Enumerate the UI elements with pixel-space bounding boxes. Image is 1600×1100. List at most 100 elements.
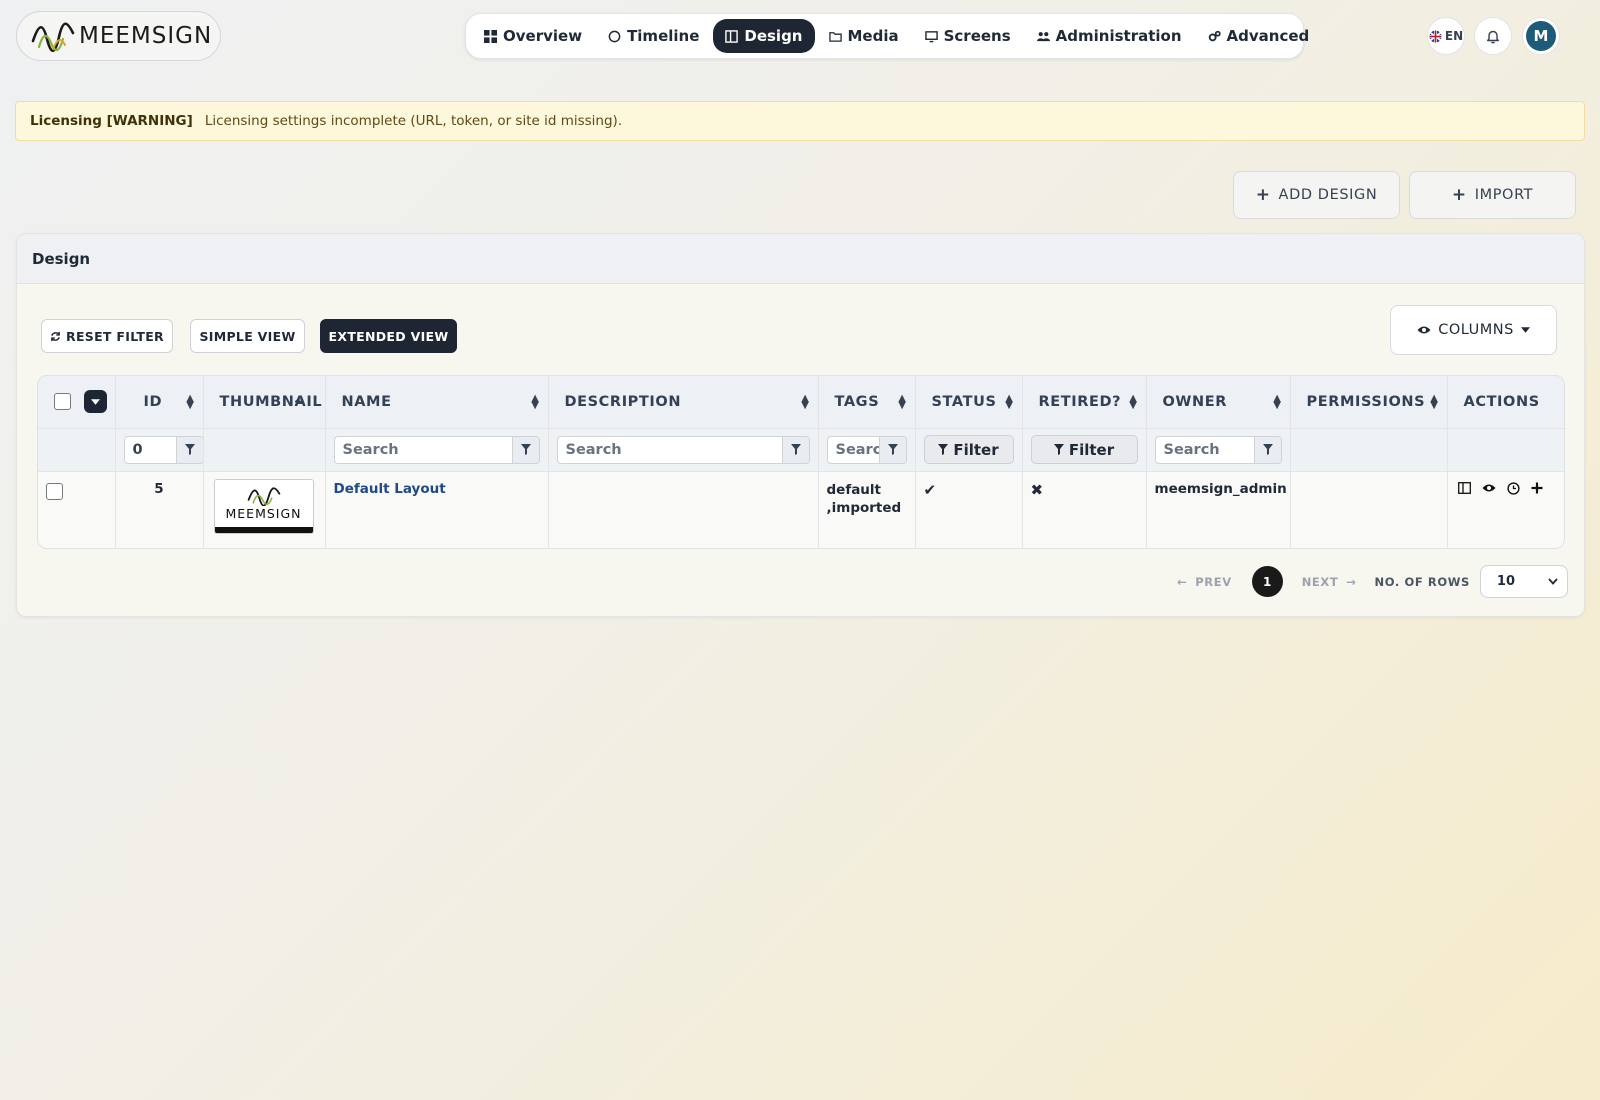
extended-view-label: EXTENDED VIEW bbox=[328, 328, 449, 344]
monitor-icon bbox=[924, 30, 938, 42]
filter-icon[interactable] bbox=[878, 436, 906, 463]
filter-icon[interactable] bbox=[1253, 436, 1281, 463]
plus-icon: + bbox=[1451, 185, 1467, 205]
filter-cell-tags bbox=[818, 428, 916, 471]
designer-icon[interactable] bbox=[1457, 482, 1471, 494]
filter-label: Filter bbox=[953, 440, 999, 459]
grid-icon bbox=[484, 29, 497, 43]
col-header-id[interactable]: ID ▲ ▼ bbox=[115, 376, 204, 428]
filter-cell-permissions bbox=[1290, 428, 1448, 471]
cell-thumbnail: MEEMSIGN bbox=[203, 471, 326, 548]
prev-label: PREV bbox=[1195, 574, 1232, 589]
simple-view-button[interactable]: SIMPLE VIEW bbox=[190, 319, 305, 353]
simple-view-label: SIMPLE VIEW bbox=[199, 328, 296, 344]
design-thumbnail[interactable]: MEEMSIGN bbox=[213, 478, 314, 534]
card-title: Design bbox=[17, 234, 1584, 284]
description-filter[interactable] bbox=[556, 435, 810, 464]
col-header-name[interactable]: NAME ▲ ▼ bbox=[325, 376, 549, 428]
nav-overview[interactable]: Overview bbox=[472, 19, 594, 53]
tags-filter[interactable] bbox=[826, 435, 907, 464]
filter-cell-description bbox=[548, 428, 819, 471]
nav-screens[interactable]: Screens bbox=[913, 19, 1023, 53]
cell-retired: ✖ bbox=[1022, 471, 1147, 548]
status-check-icon: ✔ bbox=[923, 480, 937, 499]
sort-icon: ▲ ▼ bbox=[1273, 392, 1282, 411]
language-button[interactable]: EN bbox=[1427, 17, 1465, 55]
retired-filter-button[interactable]: Filter bbox=[1030, 435, 1138, 464]
brand-logo[interactable]: MEEMSIGN bbox=[16, 11, 221, 61]
circle-icon bbox=[608, 30, 621, 42]
name-filter[interactable] bbox=[333, 435, 540, 464]
thumbnail-bar bbox=[214, 526, 313, 533]
reset-filter-button[interactable]: RESET FILTER bbox=[41, 319, 173, 353]
next-label: NEXT bbox=[1301, 574, 1339, 589]
avatar-initial: M bbox=[1526, 21, 1556, 51]
col-header-retired[interactable]: RETIRED? ▲ ▼ bbox=[1022, 376, 1147, 428]
table-row[interactable]: 5 MEEMSIGN Default Layout default ,impor… bbox=[38, 471, 1564, 548]
sort-icon: ▲ ▼ bbox=[1430, 392, 1439, 411]
description-search-input[interactable] bbox=[557, 436, 782, 463]
status-filter-button[interactable]: Filter bbox=[923, 435, 1014, 464]
thumbnail-logo-text: MEEMSIGN bbox=[225, 505, 302, 521]
import-button[interactable]: + IMPORT bbox=[1409, 171, 1576, 219]
bulk-actions-dropdown[interactable] bbox=[83, 390, 107, 414]
notifications-button[interactable] bbox=[1474, 17, 1512, 55]
col-header-label: OWNER bbox=[1162, 393, 1228, 410]
filter-cell-owner bbox=[1146, 428, 1291, 471]
next-button[interactable]: NEXT → bbox=[1302, 575, 1357, 589]
owner-search-input[interactable] bbox=[1155, 436, 1254, 463]
preview-eye-icon[interactable] bbox=[1482, 483, 1496, 493]
rows-per-page-select[interactable]: 10 bbox=[1479, 565, 1568, 598]
layout-icon bbox=[725, 29, 739, 43]
tags-search-input[interactable] bbox=[827, 436, 879, 463]
add-design-button[interactable]: + ADD DESIGN bbox=[1233, 171, 1400, 219]
logo-wave-icon bbox=[247, 486, 280, 506]
extended-view-button[interactable]: EXTENDED VIEW bbox=[320, 319, 457, 353]
cell-owner: meemsign_admin bbox=[1146, 471, 1291, 548]
col-header-thumbnail[interactable]: THUMBNAIL ⇹ bbox=[203, 376, 326, 428]
sort-icon: ▲ ▼ bbox=[1005, 392, 1014, 411]
filter-cell-retired: Filter bbox=[1022, 428, 1147, 471]
nav-design[interactable]: Design bbox=[713, 19, 815, 53]
name-search-input[interactable] bbox=[334, 436, 512, 463]
cell-actions bbox=[1447, 471, 1564, 548]
id-filter[interactable] bbox=[123, 435, 204, 464]
col-header-tags[interactable]: TAGS ▲ ▼ bbox=[818, 376, 916, 428]
nav-media[interactable]: Media bbox=[817, 19, 911, 53]
columns-dropdown-button[interactable]: COLUMNS bbox=[1390, 305, 1557, 355]
page-1-button[interactable]: 1 bbox=[1251, 566, 1283, 597]
add-design-label: ADD DESIGN bbox=[1278, 187, 1378, 203]
folder-icon bbox=[828, 31, 842, 42]
row-checkbox[interactable] bbox=[46, 482, 63, 500]
uk-flag-icon bbox=[1429, 29, 1442, 43]
nav-label: Screens bbox=[943, 27, 1011, 45]
nav-timeline[interactable]: Timeline bbox=[596, 19, 711, 53]
reset-filter-label: RESET FILTER bbox=[66, 328, 164, 344]
schedule-clock-icon[interactable] bbox=[1506, 481, 1520, 495]
chevron-down-icon bbox=[1548, 578, 1558, 585]
col-header-status[interactable]: STATUS ▲ ▼ bbox=[915, 376, 1023, 428]
select-all-checkbox[interactable] bbox=[54, 393, 71, 411]
owner-filter[interactable] bbox=[1154, 435, 1282, 464]
col-header-label: DESCRIPTION bbox=[564, 393, 682, 410]
prev-button[interactable]: ← PREV bbox=[1177, 575, 1232, 589]
design-name-link[interactable]: Default Layout bbox=[334, 481, 446, 497]
user-avatar[interactable]: M bbox=[1522, 17, 1560, 55]
nav-administration[interactable]: Administration bbox=[1025, 19, 1194, 53]
arrow-right-icon: → bbox=[1346, 574, 1357, 589]
filter-cell-select bbox=[38, 428, 116, 471]
col-header-description[interactable]: DESCRIPTION ▲ ▼ bbox=[548, 376, 819, 428]
nav-advanced[interactable]: Advanced bbox=[1196, 19, 1322, 53]
licensing-warning: Licensing [WARNING] Licensing settings i… bbox=[15, 101, 1585, 141]
cell-permissions bbox=[1290, 471, 1448, 548]
id-filter-input[interactable] bbox=[124, 436, 176, 463]
filter-cell-actions bbox=[1447, 428, 1564, 471]
bell-icon bbox=[1487, 30, 1499, 43]
col-header-owner[interactable]: OWNER ▲ ▼ bbox=[1146, 376, 1291, 428]
design-card: Design RESET FILTER SIMPLE VIEW EXTENDED… bbox=[16, 233, 1585, 617]
filter-icon[interactable] bbox=[511, 436, 539, 463]
filter-icon[interactable] bbox=[781, 436, 809, 463]
add-plus-icon[interactable] bbox=[1531, 482, 1543, 494]
col-header-permissions[interactable]: PERMISSIONS ▲ ▼ bbox=[1290, 376, 1448, 428]
filter-icon[interactable] bbox=[175, 436, 203, 463]
